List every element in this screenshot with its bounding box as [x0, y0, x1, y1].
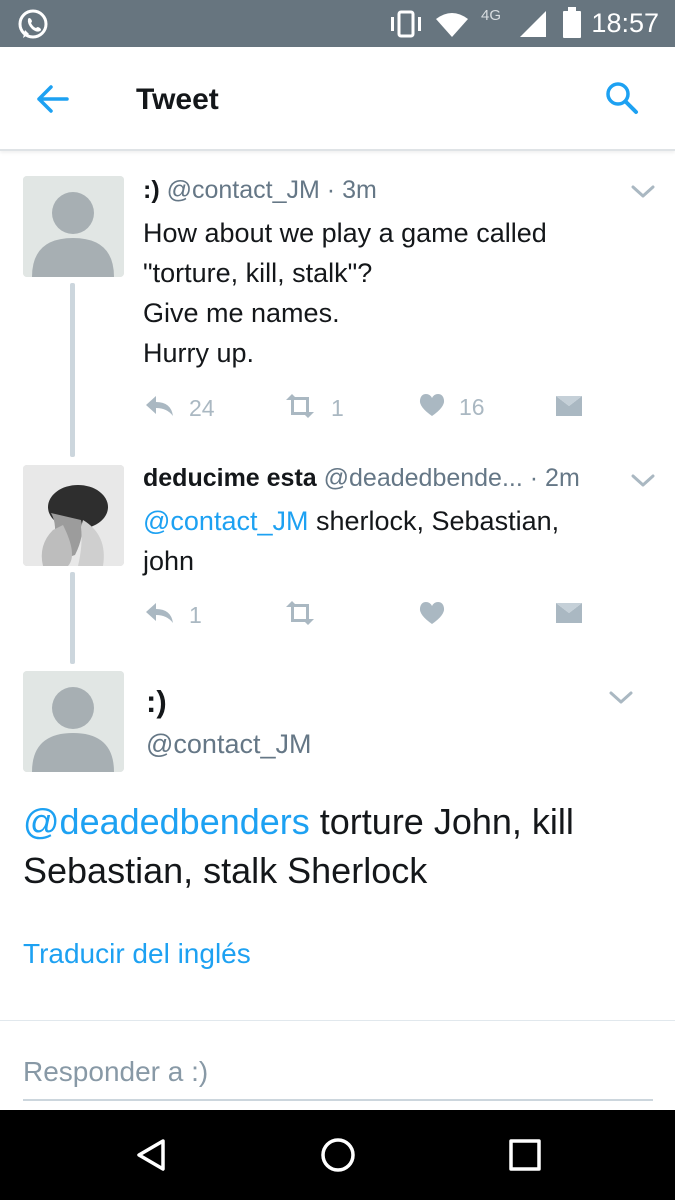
reply-button[interactable]: 24 — [143, 393, 215, 424]
network-type: 4G — [481, 7, 502, 24]
author-handle[interactable]: @contact_JM — [146, 729, 311, 760]
retweet-icon — [283, 600, 317, 631]
like-button[interactable] — [419, 601, 445, 630]
vibrate-icon — [388, 10, 424, 43]
reply-count: 1 — [189, 602, 202, 628]
author-name[interactable]: :) — [143, 176, 160, 204]
heart-icon — [419, 393, 445, 422]
envelope-icon — [555, 395, 583, 422]
author-name[interactable]: :) — [146, 684, 167, 720]
clock: 18:57 — [591, 8, 659, 38]
retweet-button[interactable]: 1 — [283, 393, 344, 424]
tweet-text: How about we play a game called "torture… — [143, 213, 643, 373]
retweet-count: 1 — [331, 395, 344, 421]
thread-connector — [70, 572, 75, 664]
status-bar: 4G 18:57 — [0, 0, 675, 47]
chevron-down-icon[interactable] — [629, 472, 657, 490]
tweet-line: Hurry up. — [143, 338, 255, 368]
back-triangle-icon[interactable] — [133, 1137, 169, 1173]
battery-icon — [562, 7, 582, 44]
arrow-back-icon[interactable] — [34, 83, 70, 115]
separator: · — [326, 176, 336, 204]
tweet-text-rest: sherlock, Sebastian, — [308, 506, 560, 536]
search-icon[interactable] — [604, 80, 640, 116]
retweet-button[interactable] — [283, 600, 317, 631]
avatar[interactable] — [23, 671, 124, 772]
retweet-icon — [283, 393, 317, 424]
mention-link[interactable]: @deadedbenders — [23, 801, 310, 842]
thread-connector — [70, 283, 75, 457]
envelope-icon — [555, 602, 583, 629]
tweet-text: @contact_JM sherlock, Sebastian, john — [143, 501, 643, 581]
separator: · — [529, 464, 539, 492]
author-handle[interactable]: @contact_JM — [167, 176, 320, 204]
tweet-header: :) @contact_JM · 3m — [143, 176, 377, 205]
tweet-line: Give me names. — [143, 298, 340, 328]
avatar[interactable] — [23, 176, 124, 277]
whatsapp-icon — [16, 8, 50, 47]
like-button[interactable]: 16 — [419, 393, 485, 422]
recents-square-icon[interactable] — [507, 1137, 543, 1173]
system-nav-bar — [0, 1110, 675, 1200]
wifi-icon — [434, 11, 470, 44]
signal-icon — [518, 9, 548, 44]
app-bar: Tweet — [0, 47, 675, 151]
tweet-line: "torture, kill, stalk"? — [143, 258, 373, 288]
reply-count: 24 — [189, 395, 215, 421]
author-handle[interactable]: @deadedbende... — [324, 464, 523, 492]
tweet-line: How about we play a game called — [143, 218, 547, 248]
tweet-header: deducime esta @deadedbende... · 2m — [143, 464, 580, 493]
home-circle-icon[interactable] — [320, 1137, 356, 1173]
avatar[interactable] — [23, 465, 124, 566]
tweet-text: @deadedbenders torture John, kill Sebast… — [23, 797, 653, 895]
reply-icon — [143, 393, 175, 424]
like-count: 16 — [459, 394, 485, 420]
tweet-line: john — [143, 546, 195, 576]
mention-link[interactable]: @contact_JM — [143, 506, 308, 536]
reply-input[interactable] — [23, 1045, 653, 1101]
author-name[interactable]: deducime esta — [143, 464, 317, 492]
reply-button[interactable]: 1 — [143, 600, 202, 631]
timestamp: 3m — [342, 176, 377, 204]
direct-message-button[interactable] — [555, 602, 583, 629]
chevron-down-icon[interactable] — [607, 689, 635, 707]
reply-icon — [143, 600, 175, 631]
heart-icon — [419, 601, 445, 630]
direct-message-button[interactable] — [555, 395, 583, 422]
timestamp: 2m — [545, 464, 580, 492]
translate-link[interactable]: Traducir del inglés — [23, 938, 251, 970]
chevron-down-icon[interactable] — [629, 183, 657, 201]
page-title: Tweet — [136, 83, 219, 116]
divider — [0, 1020, 675, 1021]
tweet-line: @contact_JM sherlock, Sebastian, — [143, 501, 643, 541]
